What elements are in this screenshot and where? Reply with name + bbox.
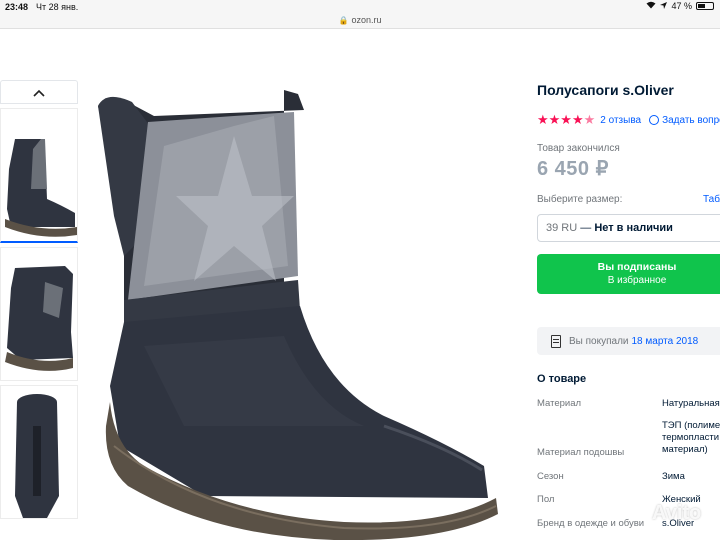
half-star-icon: ★	[583, 112, 596, 127]
ask-question-link[interactable]: Задать вопрос	[649, 115, 720, 126]
size-dash: —	[580, 222, 592, 234]
battery-icon	[696, 2, 714, 10]
size-table-link[interactable]: Табл	[703, 194, 720, 205]
bought-text: Вы покупали	[569, 335, 629, 347]
subscribe-button[interactable]: Вы подписаны В избранное	[537, 254, 720, 294]
lock-icon: 🔒	[338, 16, 349, 25]
url-text: ozon.ru	[351, 15, 382, 25]
chevron-up-icon	[33, 84, 45, 100]
spec-key: Материал подошвы	[537, 447, 625, 458]
availability-text: Нет в наличии	[594, 222, 673, 234]
about-heading: О товаре	[537, 373, 587, 385]
status-time: 23:48	[5, 2, 29, 12]
size-value: 39 RU	[546, 222, 578, 234]
product-main-image[interactable]	[84, 86, 504, 541]
question-icon	[649, 115, 660, 125]
size-select[interactable]: 39 RU — Нет в наличии	[537, 214, 720, 242]
thumbnail-gallery	[0, 80, 78, 519]
price: 6 450 ₽	[537, 158, 609, 180]
spec-value: Натуральная зам	[662, 398, 720, 409]
rating-row: ★★★★★ 2 отзыва Задать вопрос	[537, 112, 720, 128]
bought-date-link[interactable]: 18 марта 2018	[632, 336, 699, 347]
product-title: Полусапоги s.Oliver	[537, 82, 674, 98]
thumbnail-2[interactable]	[0, 247, 78, 381]
address-bar[interactable]: 🔒 ozon.ru	[0, 14, 720, 29]
subscribe-subtitle: В избранное	[607, 275, 667, 286]
watermark-logo: Avito	[652, 502, 702, 524]
thumbnail-3[interactable]	[0, 385, 78, 519]
purchase-history-banner: Вы покупали 18 марта 2018	[537, 327, 720, 355]
subscribe-title: Вы подписаны	[597, 261, 677, 273]
spec-key: Материал	[537, 398, 582, 409]
thumbnail-1[interactable]	[0, 108, 78, 243]
reviews-link[interactable]: 2 отзыва	[600, 115, 641, 126]
spec-key: Бренд в одежде и обуви	[537, 518, 645, 529]
receipt-icon	[551, 334, 561, 348]
status-right: 47 %	[646, 1, 714, 11]
stock-status: Товар закончился	[537, 143, 620, 154]
rating-stars: ★★★★★	[537, 112, 596, 127]
status-date: Чт 28 янв.	[36, 2, 79, 12]
spec-value: Зима	[662, 471, 685, 482]
spec-key: Пол	[537, 494, 555, 505]
battery-percent: 47 %	[671, 1, 692, 11]
wifi-icon	[646, 1, 656, 11]
status-bar: 23:48 Чт 28 янв. 47 %	[0, 0, 720, 14]
spec-value: ТЭП (полиме термопласти материал)	[662, 420, 720, 455]
gallery-up-button[interactable]	[0, 80, 78, 104]
ask-question-label: Задать вопрос	[662, 114, 720, 126]
size-label: Выберите размер:	[537, 194, 623, 205]
location-icon	[660, 1, 668, 11]
spec-key: Сезон	[537, 471, 564, 482]
